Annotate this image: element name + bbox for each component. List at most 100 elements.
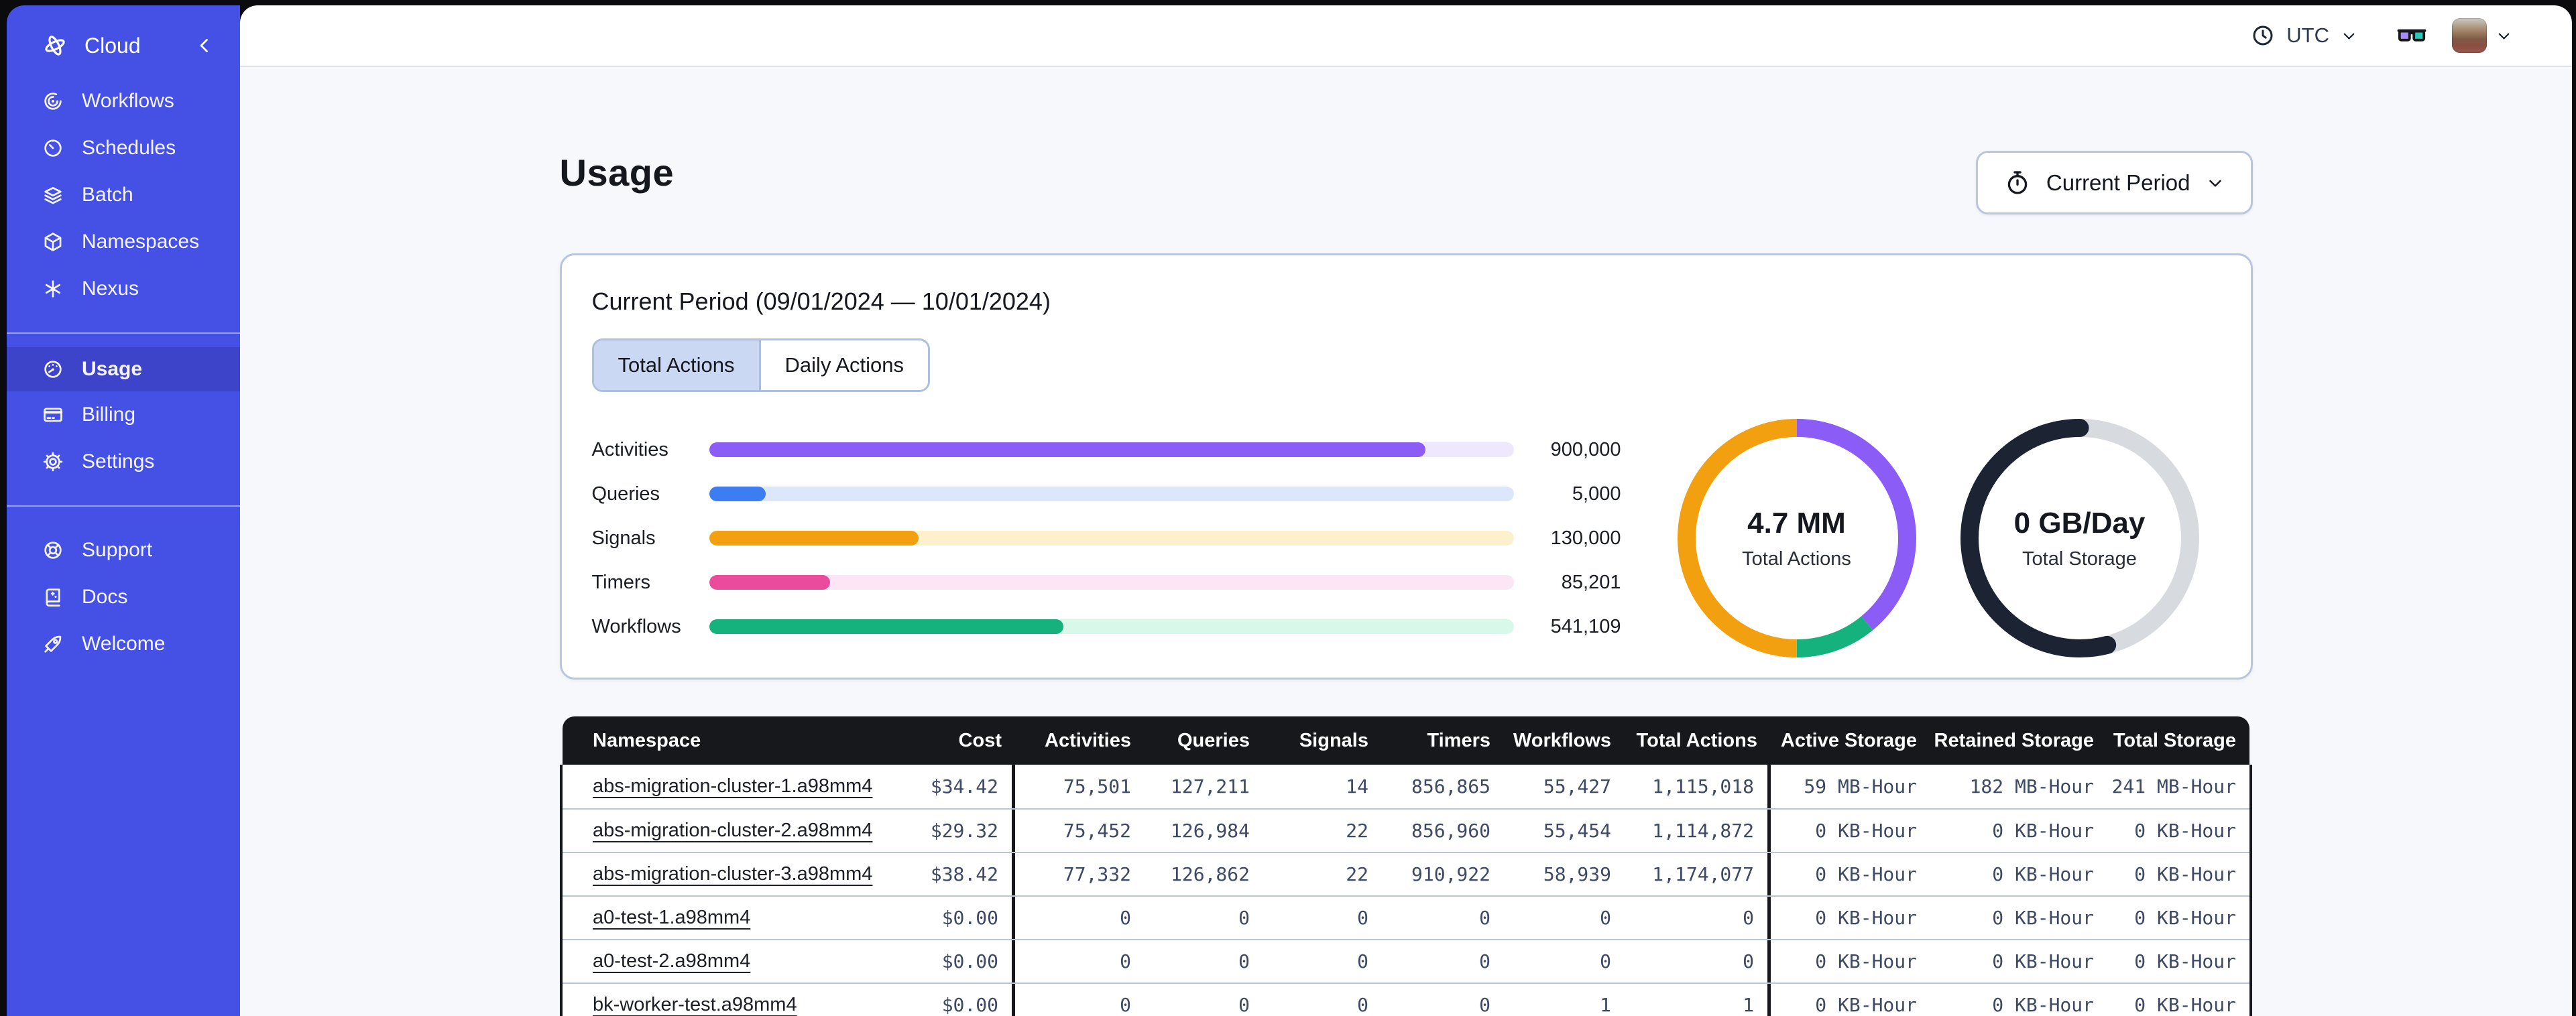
bar-value: 85,201 <box>1561 571 1621 593</box>
namespace-link[interactable]: bk-worker-test.a98mm4 <box>593 994 797 1016</box>
queries-cell: 126,862 <box>1170 863 1250 885</box>
namespace-cell: bk-worker-test.a98mm4 <box>563 984 871 1016</box>
sidebar-item-workflows[interactable]: Workflows <box>7 78 240 125</box>
namespace-link[interactable]: abs-migration-cluster-3.a98mm4 <box>593 863 872 885</box>
cost-cell: $0.00 <box>871 940 1015 982</box>
sidebar-item-label: Batch <box>82 184 133 206</box>
donut-value: 0 GB/Day <box>2013 506 2146 539</box>
donut-value: 4.7 MM <box>1747 506 1846 539</box>
sidebar-item-support[interactable]: Support <box>7 527 240 574</box>
bar-track <box>709 442 1514 457</box>
column-header-active-storage: Active Storage <box>1780 729 1917 751</box>
sidebar-item-batch[interactable]: Batch <box>7 172 240 218</box>
bar-track <box>709 575 1514 590</box>
retained-storage-cell: 0 KB-Hour <box>1992 950 2094 972</box>
sidebar-item-label: Support <box>82 539 153 561</box>
namespace-link[interactable]: abs-migration-cluster-2.a98mm4 <box>593 820 872 842</box>
sidebar-item-schedules[interactable]: Schedules <box>7 125 240 172</box>
sidebar-nav-main: Workflows Schedules Batch Namespaces Nexus <box>7 78 240 312</box>
signals-cell: 22 <box>1346 820 1368 842</box>
namespace-cell: a0-test-2.a98mm4 <box>563 940 871 982</box>
namespace-link[interactable]: a0-test-2.a98mm4 <box>593 950 750 972</box>
activities-cell: 0 <box>1120 994 1131 1016</box>
retained-storage-cell: 0 KB-Hour <box>1992 820 2094 842</box>
table-row: abs-migration-cluster-1.a98mm4 $34.42 75,5… <box>563 765 2249 808</box>
sidebar-item-settings[interactable]: Settings <box>7 438 240 485</box>
cloud-logo-icon <box>42 32 68 59</box>
timers-cell: 910,922 <box>1411 863 1490 885</box>
bar-label: Signals <box>591 527 656 549</box>
queries-cell: 126,984 <box>1170 820 1250 842</box>
docs-icon <box>42 586 64 609</box>
workflows-icon <box>42 90 64 113</box>
timezone-label: UTC <box>2286 23 2329 47</box>
bar-fill <box>709 619 1063 634</box>
sidebar-nav-footer: Support Docs Welcome <box>7 507 240 668</box>
namespace-cell: a0-test-1.a98mm4 <box>563 897 871 939</box>
sidebar-item-usage[interactable]: Usage <box>7 347 240 391</box>
chevron-down-icon[interactable] <box>2495 27 2513 45</box>
timers-cell: 856,960 <box>1411 820 1490 842</box>
user-avatar[interactable] <box>2452 18 2487 53</box>
signals-cell: 0 <box>1357 950 1368 972</box>
namespace-link[interactable]: abs-migration-cluster-1.a98mm4 <box>593 775 872 798</box>
namespace-usage-table: Namespace Cost Activities Queries Signals Tim… <box>560 716 2252 1016</box>
namespace-link[interactable]: a0-test-1.a98mm4 <box>593 907 750 929</box>
usage-donut-charts: 4.7 MM Total Actions 0 GB/Day Total Storage <box>1677 419 2199 657</box>
cost-cell: $0.00 <box>871 897 1015 939</box>
namespaces-icon <box>42 231 64 253</box>
total-actions-cell: 0 <box>1625 940 1771 982</box>
chevron-down-icon <box>2340 27 2358 45</box>
sidebar-nav-account: Usage Billing Settings <box>7 334 240 485</box>
sidebar-item-label: Billing <box>82 403 136 426</box>
bar-track <box>709 619 1514 634</box>
table-body: abs-migration-cluster-1.a98mm4 $34.42 75,5… <box>560 765 2252 1016</box>
namespace-cell: abs-migration-cluster-3.a98mm4 <box>563 853 872 895</box>
active-storage-cell: 0 KB-Hour <box>1815 907 1917 929</box>
timers-cell: 856,865 <box>1411 775 1490 798</box>
bar-value: 900,000 <box>1550 438 1621 460</box>
column-header-cost: Cost <box>958 729 1002 751</box>
sidebar-item-namespaces[interactable]: Namespaces <box>7 218 240 265</box>
stopwatch-icon <box>2003 169 2032 197</box>
tab-total-actions[interactable]: Total Actions <box>593 340 759 390</box>
total-actions-cell: 1,115,018 <box>1625 765 1771 808</box>
cost-cell: $0.00 <box>871 984 1015 1016</box>
column-header-activities: Activities <box>1045 729 1131 751</box>
period-selector-button[interactable]: Current Period <box>1975 151 2253 214</box>
glasses-icon[interactable] <box>2396 19 2428 52</box>
bar-fill <box>709 487 766 501</box>
table-row: a0-test-1.a98mm4 $0.00 0 0 0 0 0 0 0 KB-Hour 0 KB… <box>563 895 2249 939</box>
sidebar-brand[interactable]: Cloud <box>7 5 240 78</box>
table-header-row: Namespace Cost Activities Queries Signals Tim… <box>563 716 2249 765</box>
tab-daily-actions[interactable]: Daily Actions <box>758 340 929 390</box>
timezone-selector[interactable]: UTC <box>2250 23 2358 48</box>
donut-center-text: 4.7 MM Total Actions <box>1678 419 1916 657</box>
app-window: Cloud Workflows Schedules Batch Namespaces N… <box>7 5 2572 1016</box>
active-storage-cell: 0 KB-Hour <box>1815 994 1917 1016</box>
chevron-left-icon[interactable] <box>193 34 216 57</box>
page-content: Usage Current Period Current Period (09/… <box>240 67 2572 1016</box>
queries-cell: 127,211 <box>1170 775 1250 798</box>
workflows-cell: 58,939 <box>1543 863 1611 885</box>
bar-fill <box>709 442 1425 457</box>
total-storage-cell: 0 KB-Hour <box>2134 950 2236 972</box>
sidebar-item-docs[interactable]: Docs <box>7 574 240 621</box>
batch-icon <box>42 184 64 206</box>
total-actions-cell: 0 <box>1625 897 1771 939</box>
total-actions-cell: 1,174,077 <box>1625 853 1771 895</box>
bar-fill <box>709 575 830 590</box>
active-storage-cell: 0 KB-Hour <box>1815 820 1917 842</box>
usage-icon <box>42 358 64 381</box>
queries-cell: 0 <box>1238 994 1250 1016</box>
retained-storage-cell: 0 KB-Hour <box>1992 863 2094 885</box>
sidebar-item-nexus[interactable]: Nexus <box>7 265 240 312</box>
column-header-namespace: Namespace <box>593 729 701 751</box>
bar-track <box>709 487 1514 501</box>
donut-total-storage: 0 GB/Day Total Storage <box>1960 419 2199 657</box>
column-header-total-actions: Total Actions <box>1636 729 1757 751</box>
retained-storage-cell: 0 KB-Hour <box>1992 994 2094 1016</box>
support-icon <box>42 539 64 562</box>
sidebar-item-billing[interactable]: Billing <box>7 391 240 438</box>
sidebar-item-welcome[interactable]: Welcome <box>7 621 240 668</box>
